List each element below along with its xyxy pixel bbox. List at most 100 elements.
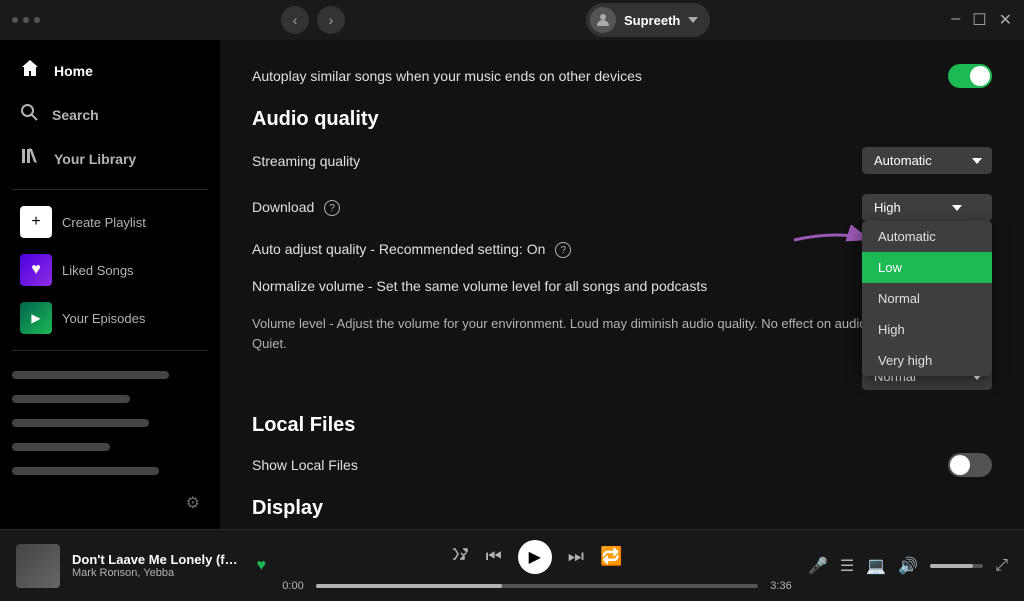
title-bar-dots [12, 17, 40, 23]
user-menu[interactable]: Supreeth [586, 3, 710, 37]
minimize-button[interactable]: – [951, 10, 960, 30]
show-local-files-label: Show Local Files [252, 457, 358, 473]
sidebar-item-home[interactable]: Home [8, 48, 212, 93]
volume-fill [930, 564, 972, 568]
fullscreen-icon[interactable]: ⤢ [995, 557, 1008, 575]
title-bar: ‹ › Supreeth – ☐ ✕ [0, 0, 1024, 40]
sidebar-divider-2 [12, 350, 208, 351]
download-dropdown-button[interactable]: High [862, 194, 992, 221]
progress-row: 0:00 3:36 [278, 580, 796, 592]
toggle-knob [950, 455, 970, 475]
settings-icon[interactable]: ⚙ [186, 493, 200, 513]
devices-icon[interactable]: 💻 [866, 556, 886, 576]
track-text: Don't Laave Me Lonely (feat. YEBBA) Mark… [72, 552, 245, 579]
local-files-heading: Local Files [252, 414, 992, 437]
sidebar: Home Search Your Library + Crea [0, 40, 220, 529]
sidebar-home-label: Home [54, 63, 93, 79]
progress-bar[interactable] [316, 584, 758, 588]
sidebar-library-label: Your Library [54, 151, 136, 167]
liked-songs-label: Liked Songs [62, 263, 134, 278]
your-episodes-label: Your Episodes [62, 311, 145, 326]
list-item[interactable] [0, 459, 220, 483]
player-controls: ⏮ ▶ ⏭ 🔁 0:00 3:36 [278, 540, 796, 592]
sidebar-item-your-episodes[interactable]: ▶ Your Episodes [8, 294, 212, 342]
player-track-info: Don't Laave Me Lonely (feat. YEBBA) Mark… [16, 544, 266, 588]
list-item[interactable] [0, 387, 220, 411]
streaming-quality-dropdown-wrap: Automatic Low Normal High Very high [862, 147, 992, 174]
sidebar-item-search[interactable]: Search [8, 93, 212, 136]
home-icon [20, 58, 40, 83]
prev-button[interactable]: ⏮ [486, 546, 502, 567]
nav-arrows: ‹ › [281, 6, 345, 34]
autoplay-row: Autoplay similar songs when your music e… [252, 64, 992, 88]
toggle-knob [970, 66, 990, 86]
autoplay-toggle[interactable] [948, 64, 992, 88]
download-current-value: High [874, 200, 901, 215]
audio-quality-heading: Audio quality [252, 108, 992, 131]
download-info-icon[interactable]: ? [324, 200, 340, 216]
lyrics-icon[interactable]: 🎤 [808, 556, 828, 576]
shuffle-button[interactable] [452, 545, 470, 568]
maximize-button[interactable]: ☐ [972, 10, 986, 30]
episodes-icon: ▶ [20, 302, 52, 334]
user-name: Supreeth [624, 13, 680, 28]
download-option-automatic[interactable]: Automatic [862, 221, 992, 252]
download-dropdown-menu: Automatic Low Normal High Very high [862, 221, 992, 376]
download-option-low[interactable]: Low [862, 252, 992, 283]
download-row: Download ? High Automatic Low Normal Hig… [252, 194, 992, 221]
close-button[interactable]: ✕ [999, 10, 1012, 30]
track-name: Don't Laave Me Lonely (feat. YEBBA) [72, 552, 245, 567]
show-local-files-row: Show Local Files [252, 453, 992, 477]
streaming-quality-row: Streaming quality Automatic Low Normal H… [252, 147, 992, 174]
track-artist: Mark Ronson, Yebba [72, 567, 245, 579]
list-item[interactable] [0, 411, 220, 435]
back-button[interactable]: ‹ [281, 6, 309, 34]
search-icon [20, 103, 38, 126]
player-buttons: ⏮ ▶ ⏭ 🔁 [452, 540, 623, 574]
list-item[interactable] [0, 435, 220, 459]
track-thumbnail [16, 544, 60, 588]
playlist-scroll[interactable] [0, 359, 220, 485]
download-label: Download ? [252, 199, 340, 216]
avatar [590, 7, 616, 33]
settings-icon-wrap: ⚙ [0, 485, 220, 521]
autoplay-label: Autoplay similar songs when your music e… [252, 68, 642, 84]
player-right: 🎤 ☰ 💻 🔊 ⤢ [808, 556, 1008, 576]
download-option-normal[interactable]: Normal [862, 283, 992, 314]
normalize-label: Normalize volume - Set the same volume l… [252, 278, 707, 294]
download-dropdown[interactable]: High Automatic Low Normal High Very high [862, 194, 992, 221]
list-item[interactable] [0, 363, 220, 387]
repeat-button[interactable]: 🔁 [600, 546, 622, 567]
show-local-files-toggle[interactable] [948, 453, 992, 477]
player-bar: Don't Laave Me Lonely (feat. YEBBA) Mark… [0, 529, 1024, 601]
streaming-quality-dropdown[interactable]: Automatic Low Normal High Very high [862, 147, 992, 174]
chevron-down-icon [688, 17, 698, 23]
sidebar-item-liked-songs[interactable]: ♥ Liked Songs [8, 246, 212, 294]
auto-adjust-label: Auto adjust quality - Recommended settin… [252, 241, 571, 258]
next-button[interactable]: ⏭ [568, 546, 584, 567]
current-time: 0:00 [278, 580, 308, 592]
display-heading: Display [252, 497, 992, 520]
auto-adjust-info-icon[interactable]: ? [555, 242, 571, 258]
queue-icon[interactable]: ☰ [840, 556, 854, 576]
settings-content[interactable]: Autoplay similar songs when your music e… [220, 40, 1024, 529]
liked-songs-icon: ♥ [20, 254, 52, 286]
heart-icon[interactable]: ♥ [257, 557, 267, 575]
sidebar-nav: Home Search Your Library [0, 48, 220, 181]
volume-bar[interactable] [930, 564, 983, 568]
download-chevron-icon [952, 205, 962, 211]
streaming-quality-label: Streaming quality [252, 153, 360, 169]
create-playlist-icon: + [20, 206, 52, 238]
sidebar-divider-1 [12, 189, 208, 190]
forward-button[interactable]: › [317, 6, 345, 34]
sidebar-search-label: Search [52, 107, 99, 123]
download-option-very-high[interactable]: Very high [862, 345, 992, 376]
main-layout: Home Search Your Library + Crea [0, 40, 1024, 529]
volume-icon[interactable]: 🔊 [898, 556, 918, 576]
play-button[interactable]: ▶ [518, 540, 552, 574]
sidebar-item-library[interactable]: Your Library [8, 136, 212, 181]
sidebar-item-create-playlist[interactable]: + Create Playlist [8, 198, 212, 246]
create-playlist-label: Create Playlist [62, 215, 146, 230]
download-option-high[interactable]: High [862, 314, 992, 345]
progress-fill [316, 584, 502, 588]
